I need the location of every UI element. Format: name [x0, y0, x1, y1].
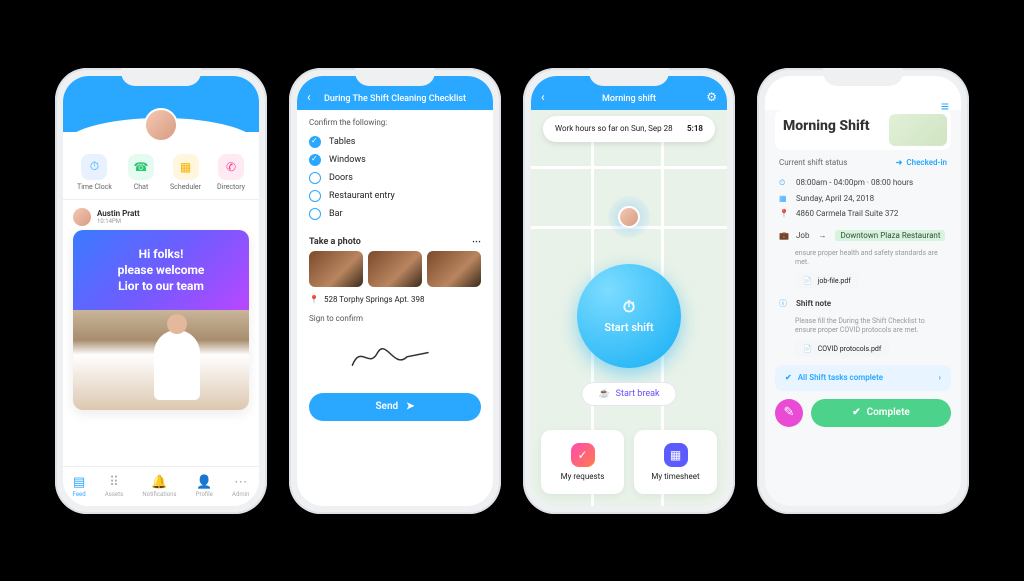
post-image — [73, 310, 249, 410]
phone-detail: ≡ Morning Shift Current shift status ➜Ch… — [757, 68, 969, 514]
calendar-icon: ▦ — [664, 443, 688, 467]
back-button[interactable]: ‹ — [541, 90, 545, 104]
user-avatar[interactable] — [144, 108, 178, 142]
send-button[interactable]: Send➤ — [309, 393, 481, 421]
hours-value: 5:18 — [687, 124, 703, 133]
grid-icon: ⠿ — [109, 475, 119, 490]
job-note: ensure proper health and safety standard… — [765, 244, 961, 270]
header-title: During The Shift Cleaning Checklist — [324, 94, 466, 104]
phone-icon: ✆ — [218, 154, 244, 180]
chevron-right-icon: › — [939, 373, 941, 382]
bell-icon: 🔔 — [151, 475, 167, 490]
checklist-item[interactable]: Doors — [309, 169, 481, 187]
tasks-complete-row[interactable]: ✔All Shift tasks complete › — [775, 365, 951, 391]
shift-note-body: Please fill the During the Shift Checkli… — [765, 312, 961, 338]
checklist-item[interactable]: Restaurant entry — [309, 187, 481, 205]
file-icon: 📄 — [803, 345, 812, 353]
status-badge: ➜Checked-in — [896, 158, 947, 167]
nav-directory[interactable]: ✆Directory — [217, 154, 245, 191]
nav-time-clock[interactable]: ⏱Time Clock — [77, 154, 112, 191]
checklist-item[interactable]: Bar — [309, 205, 481, 223]
calendar-icon: ▦ — [173, 154, 199, 180]
person-icon: 👤 — [196, 475, 212, 490]
map-user-pin — [608, 196, 650, 238]
phone-checklist: ‹ During The Shift Cleaning Checklist Co… — [289, 68, 501, 514]
mini-map[interactable] — [889, 114, 947, 146]
stopwatch-icon: ⏱ — [623, 297, 635, 317]
clock-icon: ⏲ — [779, 178, 789, 188]
checklist-item[interactable]: Windows — [309, 151, 481, 169]
status-label: Current shift status — [779, 158, 847, 167]
tab-bar: ▤Feed ⠿Assets 🔔Notifications 👤Profile ⋯A… — [63, 466, 259, 506]
photo-thumbnail[interactable] — [427, 251, 481, 287]
clock-icon: ⏱ — [81, 154, 107, 180]
post-header: Austin Pratt 10:14PM — [63, 200, 259, 230]
tab-admin[interactable]: ⋯Admin — [232, 475, 249, 498]
file-icon: 📄 — [803, 277, 812, 285]
notch — [121, 68, 201, 86]
check-icon: ✓ — [571, 443, 595, 467]
start-shift-button[interactable]: ⏱ Start shift — [577, 264, 681, 368]
my-requests-button[interactable]: ✓My requests — [541, 430, 624, 494]
checklist-item[interactable]: Tables — [309, 133, 481, 151]
edit-button[interactable]: ✎ — [775, 399, 803, 427]
photo-thumbnail[interactable] — [309, 251, 363, 287]
menu-icon[interactable]: ≡ — [941, 98, 949, 115]
tab-feed[interactable]: ▤Feed — [73, 475, 86, 498]
chat-icon: ☎ — [128, 154, 154, 180]
nav-chat[interactable]: ☎Chat — [128, 154, 154, 191]
signature-pad[interactable] — [309, 329, 481, 385]
back-button[interactable]: ‹ — [307, 90, 311, 104]
tab-profile[interactable]: 👤Profile — [196, 475, 213, 498]
title-card: Morning Shift — [775, 110, 951, 150]
tab-assets[interactable]: ⠿Assets — [105, 475, 123, 498]
sign-label: Sign to confirm — [309, 314, 481, 323]
more-icon[interactable]: ⋯ — [472, 237, 481, 247]
checkbox-icon — [309, 190, 321, 202]
pencil-icon: ✎ — [784, 405, 795, 420]
feed-post[interactable]: Hi folks! please welcome Lior to our tea… — [73, 230, 249, 411]
checkbox-icon — [309, 154, 321, 166]
file-attachment[interactable]: 📄job-file.pdf — [795, 273, 859, 289]
author-avatar[interactable] — [73, 208, 91, 226]
header-title: Morning shift — [602, 94, 656, 104]
notch — [589, 68, 669, 86]
photo-thumbnail[interactable] — [368, 251, 422, 287]
calendar-icon: ▦ — [779, 194, 789, 203]
coffee-icon: ☕ — [598, 389, 609, 399]
send-icon: ➤ — [406, 401, 414, 412]
complete-button[interactable]: ✔Complete — [811, 399, 951, 427]
photo-section-title: Take a photo — [309, 237, 361, 247]
notch — [355, 68, 435, 86]
info-icon: ⓘ — [779, 298, 789, 309]
pin-icon: 📍 — [779, 209, 789, 218]
photo-thumbnails — [297, 251, 493, 287]
start-break-button[interactable]: ☕ Start break — [581, 382, 676, 406]
tab-notifications[interactable]: 🔔Notifications — [142, 475, 176, 498]
phone-feed: ⏱Time Clock ☎Chat ▦Scheduler ✆Directory … — [55, 68, 267, 514]
file-attachment[interactable]: 📄COVID protocols.pdf — [795, 341, 889, 357]
job-tag: Downtown Plaza Restaurant — [835, 230, 945, 241]
briefcase-icon: 💼 — [779, 231, 789, 240]
pin-icon: 📍 — [309, 295, 319, 304]
checkbox-icon — [309, 208, 321, 220]
check-circle-icon: ✔ — [785, 373, 792, 382]
arrow-icon: ➜ — [896, 158, 903, 167]
feed-icon: ▤ — [73, 475, 85, 490]
confirm-label: Confirm the following: — [309, 118, 481, 127]
settings-icon[interactable]: ⚙ — [706, 90, 717, 104]
work-hours-pill[interactable]: Work hours so far on Sun, Sep 28 5:18 — [543, 116, 715, 142]
more-icon: ⋯ — [234, 475, 247, 490]
notch — [823, 68, 903, 86]
my-timesheet-button[interactable]: ▦My timesheet — [634, 430, 717, 494]
post-time: 10:14PM — [97, 218, 140, 225]
checkbox-icon — [309, 136, 321, 148]
address-text: 528 Torphy Springs Apt. 398 — [324, 295, 424, 304]
phone-shift: ‹ Morning shift ⚙ Work hours so far on S… — [523, 68, 735, 514]
nav-scheduler[interactable]: ▦Scheduler — [170, 154, 201, 191]
check-icon: ✔ — [852, 407, 860, 418]
post-author: Austin Pratt — [97, 209, 140, 218]
checkbox-icon — [309, 172, 321, 184]
